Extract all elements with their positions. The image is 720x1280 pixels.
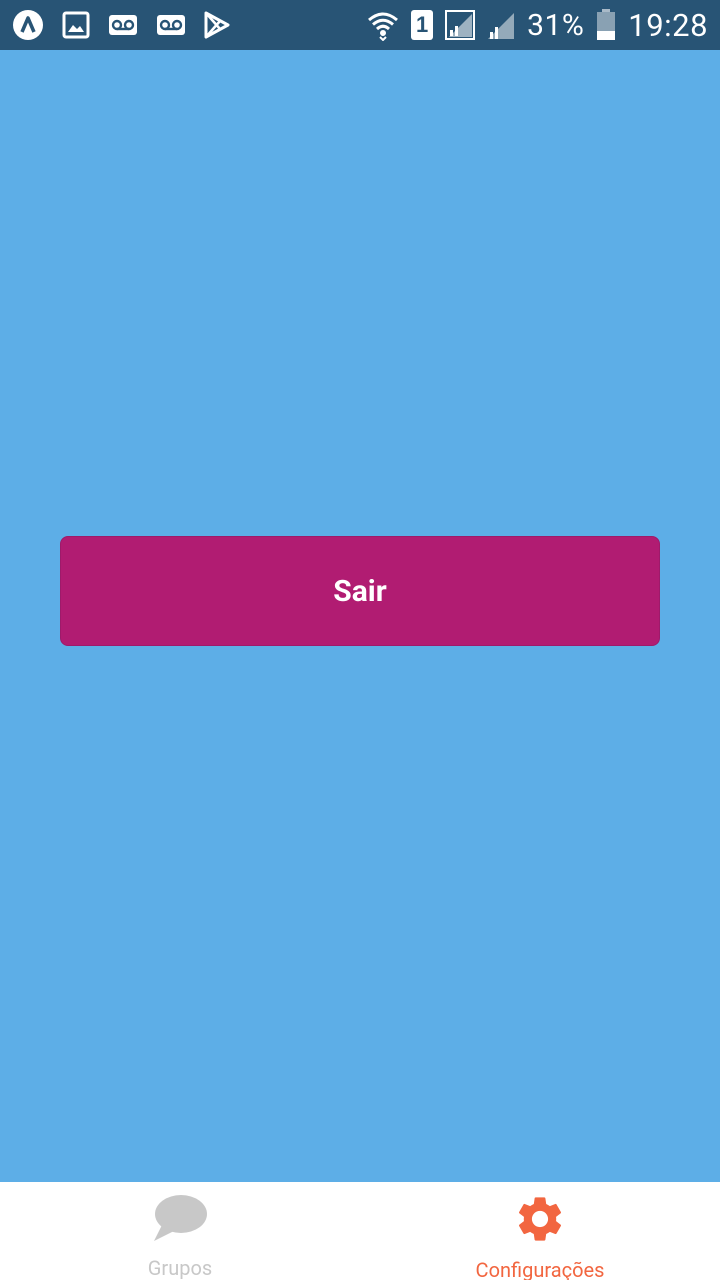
clock: 19:28: [628, 6, 708, 44]
status-bar: 1 31% 19:28: [0, 0, 720, 50]
battery-percentage: 31%: [527, 7, 585, 43]
status-bar-left: [12, 0, 248, 50]
signal-icon: [487, 10, 515, 40]
play-store-icon: [204, 11, 230, 39]
tab-settings[interactable]: Configurações: [360, 1182, 720, 1280]
android-studio-icon: [12, 9, 44, 41]
signal-icon: [445, 10, 476, 40]
sim-slot-number: 1: [411, 10, 434, 40]
bottom-navigation: Grupos Configurações: [0, 1182, 720, 1280]
settings-content: Sair: [0, 50, 720, 1182]
logout-button-label: Sair: [333, 573, 387, 609]
chat-bubble-icon: [150, 1192, 210, 1244]
voicemail-icon: [108, 14, 138, 36]
logout-button[interactable]: Sair: [60, 536, 660, 646]
wifi-icon: [367, 9, 399, 41]
tab-groups-label: Grupos: [147, 1256, 213, 1280]
gear-icon: [510, 1192, 570, 1246]
voicemail-icon: [156, 14, 186, 36]
image-icon: [62, 11, 90, 39]
battery-icon: [596, 9, 616, 41]
status-bar-right: 1 31% 19:28: [355, 0, 708, 50]
tab-groups[interactable]: Grupos: [0, 1182, 360, 1280]
sim-slot-icon: 1: [411, 10, 434, 40]
screen: 1 31% 19:28 Sair Grupos Configurações: [0, 0, 720, 1280]
tab-settings-label: Configurações: [475, 1258, 605, 1280]
